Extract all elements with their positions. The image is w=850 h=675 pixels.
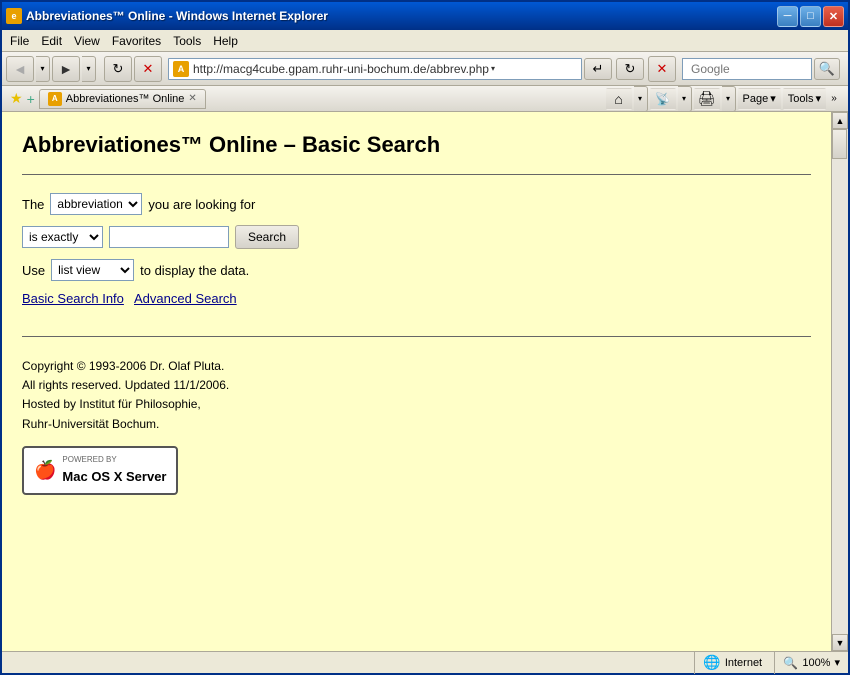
you-are-looking-for-label: you are looking for — [148, 197, 255, 212]
tab-favicon: A — [48, 92, 62, 106]
maximize-button[interactable]: □ — [800, 6, 821, 27]
display-suffix-label: to display the data. — [140, 263, 249, 278]
zoom-dropdown[interactable]: ▾ — [834, 656, 840, 669]
back-button[interactable]: ◄ — [6, 56, 34, 82]
back-dropdown[interactable]: ▾ — [36, 56, 50, 82]
address-url: http://macg4cube.gpam.ruhr-uni-bochum.de… — [193, 62, 489, 76]
globe-icon: 🌐 — [703, 654, 720, 671]
scroll-track[interactable] — [832, 129, 848, 634]
zone-label: Internet — [725, 657, 762, 669]
mac-os-badge[interactable]: 🍎 POWERED BY Mac OS X Server — [22, 446, 178, 496]
divider-top — [22, 174, 811, 175]
footer-line2: All rights reserved. Updated 11/1/2006. — [22, 376, 811, 395]
forward-dropdown[interactable]: ▾ — [82, 56, 96, 82]
close-button[interactable]: ✕ — [823, 6, 844, 27]
form-row-2: is exactly starts with contains Search — [22, 225, 811, 249]
badge-server-name: Mac OS X Server — [62, 467, 166, 488]
apple-icon: 🍎 — [34, 456, 56, 485]
search-go-button[interactable]: 🔍 — [814, 58, 840, 80]
form-row-1: The abbreviation meaning reference you a… — [22, 193, 811, 215]
page-button[interactable]: Page ▾ — [738, 88, 781, 110]
basic-search-info-link[interactable]: Basic Search Info — [22, 291, 124, 306]
app-icon: e — [6, 8, 22, 24]
tools-label: Tools — [788, 93, 814, 105]
status-bar: 🌐 Internet 🔍 100% ▾ — [2, 651, 848, 673]
refresh-button[interactable]: ↻ — [104, 56, 132, 82]
search-button[interactable]: Search — [235, 225, 299, 249]
favicon: A — [173, 61, 189, 77]
powered-by-label: POWERED BY — [62, 454, 166, 467]
tab-close[interactable]: ✕ — [188, 93, 196, 104]
page-label: Page — [743, 93, 769, 105]
use-label: Use — [22, 263, 45, 278]
toolbar: ◄ ▾ ► ▾ ↻ ✕ A http://macg4cube.gpam.ruhr… — [2, 52, 848, 86]
menu-edit[interactable]: Edit — [35, 32, 68, 50]
stop-button[interactable]: ✕ — [134, 56, 162, 82]
match-type-select[interactable]: is exactly starts with contains — [22, 226, 103, 248]
form-row-3: Use list view detail view to display the… — [22, 259, 811, 281]
address-bar[interactable]: A http://macg4cube.gpam.ruhr-uni-bochum.… — [168, 58, 582, 80]
window-title: Abbreviationes™ Online - Windows Interne… — [26, 9, 328, 23]
page-dropdown[interactable]: ▾ — [770, 92, 776, 105]
divider-bottom — [22, 336, 811, 337]
add-favorites[interactable]: + — [27, 91, 35, 107]
scroll-thumb[interactable] — [832, 129, 847, 159]
page-content: Abbreviationes™ Online – Basic Search Th… — [2, 112, 831, 651]
zoom-indicator[interactable]: 🔍 100% ▾ — [774, 652, 848, 674]
menu-tools[interactable]: Tools — [167, 32, 207, 50]
footer-line4: Ruhr-Universität Bochum. — [22, 415, 811, 434]
feeds-button[interactable]: 📡 — [650, 88, 676, 110]
forward-button[interactable]: ► — [52, 56, 80, 82]
links-row: Basic Search Info Advanced Search — [22, 291, 811, 306]
go-button[interactable]: ↵ — [584, 58, 612, 80]
page-title: Abbreviationes™ Online – Basic Search — [22, 132, 811, 158]
zone-indicator: 🌐 Internet — [694, 652, 774, 674]
tab-label: Abbreviationes™ Online — [66, 93, 185, 105]
search-form: The abbreviation meaning reference you a… — [22, 193, 811, 281]
title-bar: e Abbreviationes™ Online - Windows Inter… — [2, 2, 848, 30]
refresh-addr-button[interactable]: ↻ — [616, 58, 644, 80]
home-button[interactable]: ⌂ — [606, 88, 632, 110]
expand-button[interactable]: » — [828, 88, 840, 110]
menu-view[interactable]: View — [68, 32, 106, 50]
scrollbar-vertical[interactable]: ▲ ▼ — [831, 112, 848, 651]
search-type-select[interactable]: abbreviation meaning reference — [50, 193, 142, 215]
print-button[interactable]: 🖨 — [694, 88, 720, 110]
view-type-select[interactable]: list view detail view — [51, 259, 134, 281]
links-bar: ★ + A Abbreviationes™ Online ✕ ⌂ ▾ 📡 ▾ 🖨… — [2, 86, 848, 112]
stop-addr-button[interactable]: ✕ — [648, 56, 676, 82]
feeds-dropdown[interactable]: ▾ — [678, 86, 692, 112]
favorites-star[interactable]: ★ — [10, 90, 23, 107]
browser-tab[interactable]: A Abbreviationes™ Online ✕ — [39, 89, 206, 109]
menu-favorites[interactable]: Favorites — [106, 32, 167, 50]
zoom-icon: 🔍 — [783, 656, 798, 670]
footer-line3: Hosted by Institut für Philosophie, — [22, 395, 811, 414]
the-label: The — [22, 197, 44, 212]
menu-help[interactable]: Help — [207, 32, 244, 50]
scroll-down-button[interactable]: ▼ — [832, 634, 848, 651]
advanced-search-link[interactable]: Advanced Search — [134, 291, 237, 306]
footer: Copyright © 1993-2006 Dr. Olaf Pluta. Al… — [22, 357, 811, 495]
zoom-level: 100% — [802, 657, 830, 669]
print-dropdown[interactable]: ▾ — [722, 86, 736, 112]
footer-line1: Copyright © 1993-2006 Dr. Olaf Pluta. — [22, 357, 811, 376]
search-text-input[interactable] — [109, 226, 229, 248]
address-dropdown-arrow[interactable]: ▾ — [491, 64, 495, 73]
minimize-button[interactable]: ─ — [777, 6, 798, 27]
scroll-up-button[interactable]: ▲ — [832, 112, 848, 129]
tools-dropdown[interactable]: ▾ — [815, 92, 821, 105]
search-input[interactable] — [687, 58, 807, 80]
status-segments: 🌐 Internet 🔍 100% ▾ — [694, 652, 848, 674]
menu-file[interactable]: File — [4, 32, 35, 50]
menu-bar: File Edit View Favorites Tools Help — [2, 30, 848, 52]
tools-button[interactable]: Tools ▾ — [783, 88, 826, 110]
home-dropdown[interactable]: ▾ — [634, 86, 648, 112]
